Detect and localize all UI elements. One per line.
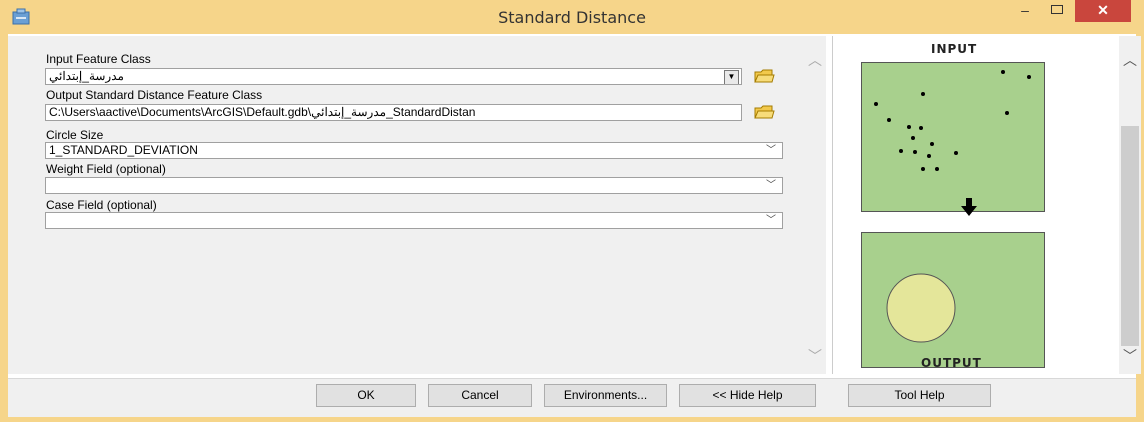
scroll-up-icon[interactable]: ︿: [804, 50, 826, 70]
dialog-window: Standard Distance – ✕ Input Feature Clas…: [0, 0, 1144, 422]
input-feature-class-dropdown[interactable]: مدرسة_إبتدائي ▼: [45, 68, 742, 85]
output-circle-illustration: [861, 232, 1045, 368]
title-bar[interactable]: Standard Distance – ✕: [0, 0, 1144, 34]
chevron-down-icon[interactable]: ﹀: [766, 143, 776, 158]
window-title: Standard Distance: [498, 8, 646, 27]
chevron-down-icon[interactable]: ﹀: [766, 213, 776, 228]
help-scroll-thumb[interactable]: [1121, 126, 1139, 346]
tool-help-button[interactable]: Tool Help: [848, 384, 991, 407]
help-scrollbar[interactable]: ︿ ﹀: [1119, 36, 1141, 374]
output-label: OUTPUT: [921, 356, 982, 370]
circle-size-label: Circle Size: [46, 128, 104, 142]
close-button[interactable]: ✕: [1075, 0, 1131, 22]
chevron-down-icon[interactable]: ﹀: [766, 178, 776, 193]
output-feature-class-input[interactable]: C:\Users\aactive\Documents\ArcGIS\Defaul…: [45, 104, 742, 121]
ok-button[interactable]: OK: [316, 384, 416, 407]
maximize-button[interactable]: [1042, 0, 1072, 22]
parameters-panel: Input Feature Class مدرسة_إبتدائي ▼ Outp…: [8, 36, 826, 374]
case-field-label: Case Field (optional): [46, 198, 157, 212]
weight-field-label: Weight Field (optional): [46, 162, 166, 176]
browse-folder-icon[interactable]: [753, 102, 775, 122]
dropdown-arrow-icon[interactable]: ▼: [724, 70, 739, 84]
maximize-icon: [1051, 5, 1063, 14]
circle-size-dropdown[interactable]: 1_STANDARD_DEVIATION ﹀: [45, 142, 783, 159]
open-folder-icon[interactable]: [753, 66, 775, 86]
output-feature-class-label: Output Standard Distance Feature Class: [46, 88, 263, 102]
output-feature-class-value: C:\Users\aactive\Documents\ArcGIS\Defaul…: [49, 105, 476, 119]
hide-help-button[interactable]: << Hide Help: [679, 384, 816, 407]
minimize-button[interactable]: –: [1010, 0, 1040, 22]
environments-button[interactable]: Environments...: [544, 384, 667, 407]
parameters-scrollbar[interactable]: ︿ ﹀: [804, 36, 826, 374]
input-feature-class-value: مدرسة_إبتدائي: [49, 69, 124, 83]
arrow-down-icon: [961, 198, 977, 216]
scroll-up-icon[interactable]: ︿: [1119, 50, 1141, 70]
scroll-down-icon[interactable]: ﹀: [1119, 346, 1141, 366]
help-panel: INPUT OUTPUT: [832, 36, 1123, 374]
circle-size-value: 1_STANDARD_DEVIATION: [49, 143, 198, 157]
weight-field-dropdown[interactable]: ﹀: [45, 177, 783, 194]
input-label: INPUT: [931, 42, 978, 56]
input-feature-class-label: Input Feature Class: [46, 52, 151, 66]
button-bar: OK Cancel Environments... << Hide Help T…: [8, 378, 1136, 417]
scroll-down-icon[interactable]: ﹀: [804, 346, 826, 366]
cancel-button[interactable]: Cancel: [428, 384, 532, 407]
case-field-dropdown[interactable]: ﹀: [45, 212, 783, 229]
input-points-illustration: [861, 62, 1045, 212]
